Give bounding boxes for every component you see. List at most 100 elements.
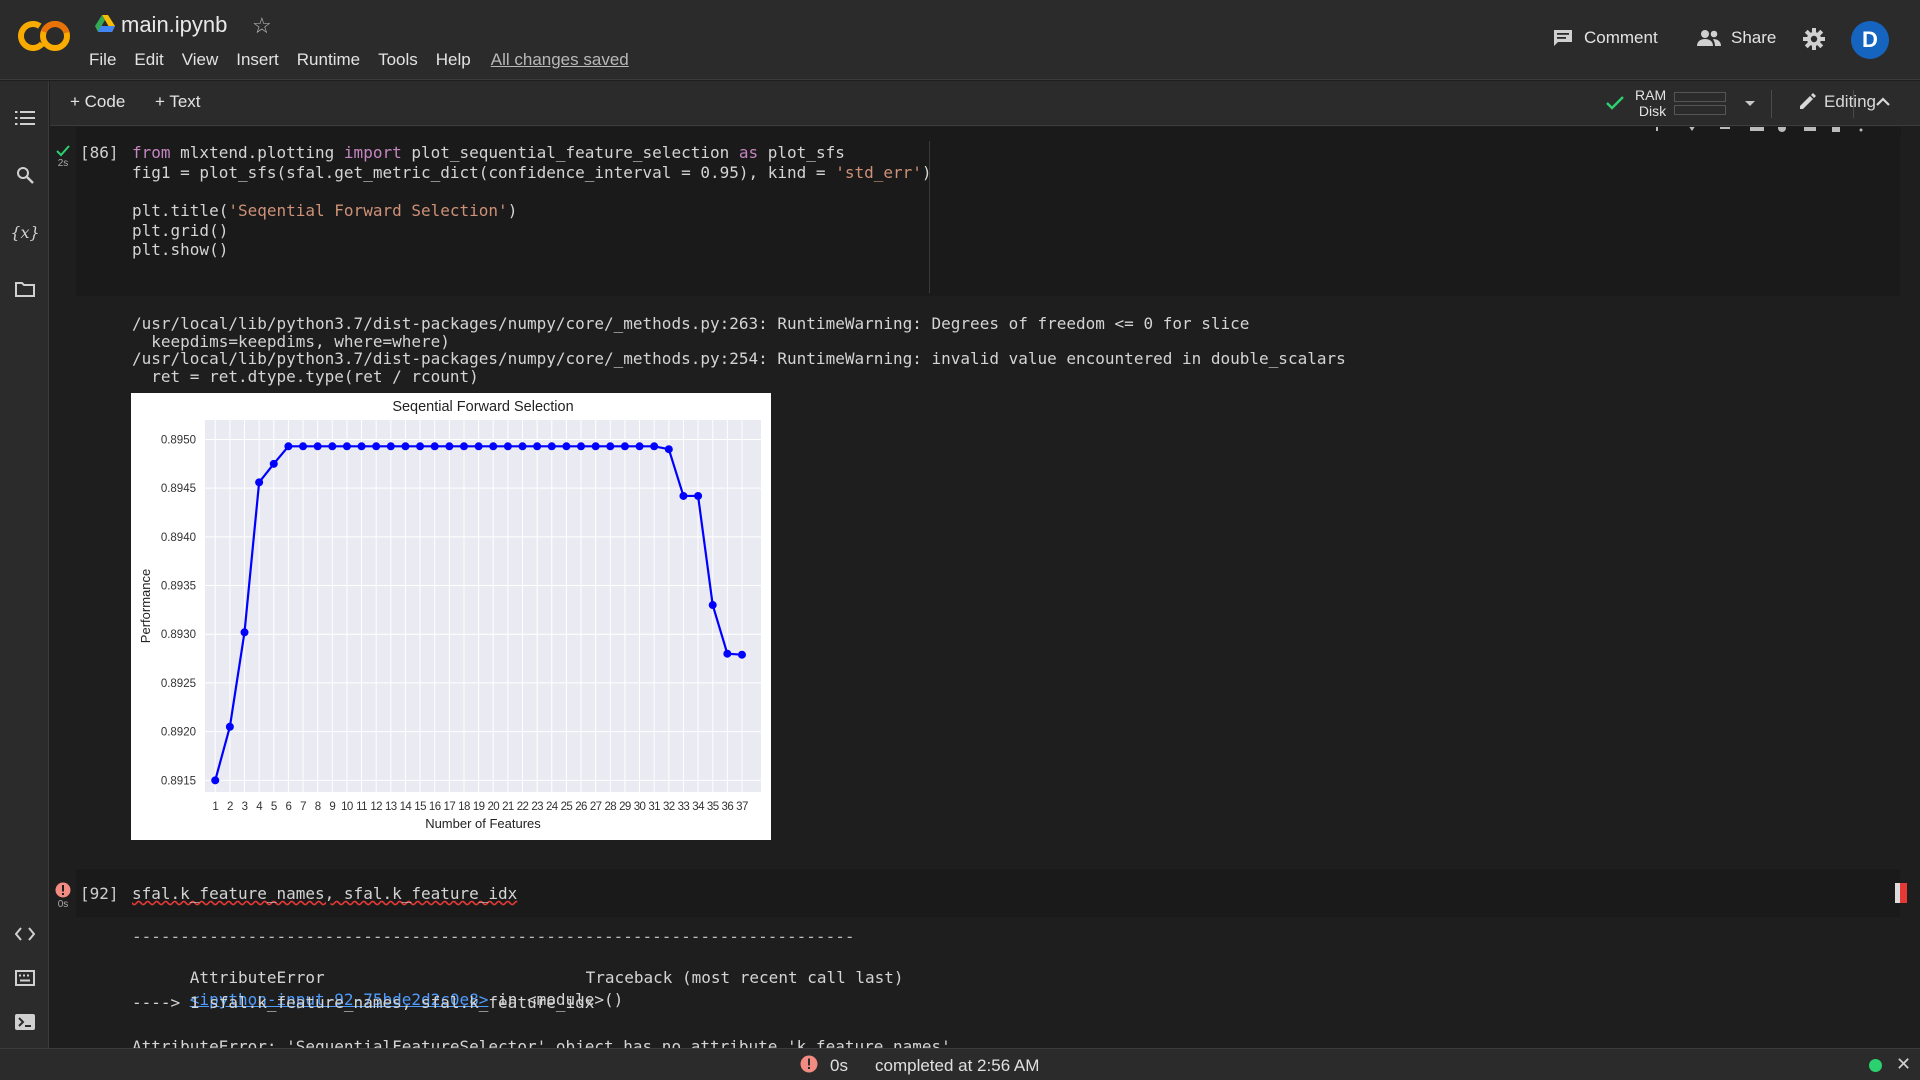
editing-mode-button[interactable]: Editing (1798, 92, 1876, 112)
menu-tools[interactable]: Tools (378, 50, 418, 70)
code-token: 'std_err' (835, 163, 922, 182)
folder-icon[interactable] (14, 278, 36, 300)
resources-indicator[interactable]: RAM Disk (1605, 85, 1727, 121)
x-tick-label: 27 (590, 801, 602, 813)
data-point (357, 442, 366, 451)
code-token: plt.show() (132, 240, 229, 259)
comment-button[interactable]: Comment (1552, 28, 1658, 48)
line-chart: 0.8915 0.8920 0.8925 0.8930 0.8935 0.8940 0.89… (138, 399, 761, 831)
cell-toolbar[interactable] (1646, 127, 1901, 136)
menu-view[interactable]: View (182, 50, 219, 70)
x-tick-label: 8 (315, 801, 321, 813)
add-text-button[interactable]: + Text (155, 92, 201, 112)
code-line: plt.show() (132, 240, 228, 259)
colab-logo-icon[interactable] (16, 18, 72, 54)
data-point (328, 442, 337, 451)
error-icon[interactable] (800, 1055, 818, 1073)
gear-icon[interactable] (1802, 27, 1826, 51)
data-point (577, 442, 586, 451)
x-tick-label: 23 (531, 801, 543, 813)
data-point (299, 442, 308, 451)
pencil-icon (1800, 93, 1816, 109)
ram-usage-bar (1674, 91, 1727, 102)
menu-file[interactable]: File (89, 50, 116, 70)
toolbar-divider (1853, 90, 1854, 118)
x-tick-label: 13 (385, 801, 397, 813)
x-tick-label: 10 (341, 801, 353, 813)
star-icon[interactable]: ☆ (252, 13, 272, 39)
data-point (591, 442, 600, 451)
code-token: plot_sequential_feature_selection (401, 143, 739, 162)
status-bar: 0s completed at 2:56 AM ✕ (0, 1048, 1920, 1080)
error-indicator (1895, 883, 1907, 903)
menu-help[interactable]: Help (436, 50, 471, 70)
cell-duration: 0s (57, 899, 69, 910)
x-tick-label: 2 (227, 801, 233, 813)
x-tick-label: 15 (414, 801, 426, 813)
code-snippets-icon[interactable] (14, 923, 36, 945)
traceback-arrow-line: ----> 1 sfal.k_feature_names, sfal.k_fea… (132, 993, 595, 1012)
code-line: fig1 = plot_sfs(sfal.get_metric_dict(con… (132, 163, 932, 182)
code-line: plt.grid() (132, 221, 228, 240)
x-tick-label: 11 (356, 801, 367, 813)
command-palette-icon[interactable] (14, 967, 36, 989)
save-status-link[interactable]: All changes saved (491, 50, 629, 70)
data-point (255, 478, 264, 487)
x-tick-label: 17 (444, 801, 456, 813)
data-point (211, 776, 220, 785)
connection-status-dot (1869, 1059, 1882, 1072)
x-tick-label: 18 (458, 801, 470, 813)
data-point (679, 491, 688, 500)
execution-count: [86] (80, 143, 119, 162)
chart-title: Seqential Forward Selection (392, 399, 573, 415)
user-avatar[interactable]: D (1851, 21, 1889, 59)
chevron-up-icon[interactable] (1874, 92, 1892, 112)
chevron-down-icon[interactable] (1743, 93, 1757, 113)
code-token: 'Seqential Forward Selection' (228, 201, 508, 220)
data-point (723, 649, 732, 658)
close-icon[interactable]: ✕ (1896, 1054, 1911, 1075)
code-line: sfal.k_feature_names, sfal.k_feature_idx (132, 884, 518, 903)
menu-bar: File Edit View Insert Runtime Tools Help… (89, 50, 629, 70)
menu-insert[interactable]: Insert (236, 50, 279, 70)
data-point (430, 442, 439, 451)
data-point (708, 601, 717, 610)
x-tick-label: 31 (648, 801, 660, 813)
x-tick-label: 7 (300, 801, 306, 813)
search-icon[interactable] (14, 164, 36, 186)
x-tick-label: 37 (736, 801, 748, 813)
terminal-icon[interactable] (14, 1011, 36, 1033)
code-token: as (738, 143, 759, 162)
menu-runtime[interactable]: Runtime (297, 50, 360, 70)
data-point (489, 442, 498, 451)
add-code-button[interactable]: + Code (70, 92, 125, 112)
x-tick-label: 9 (329, 801, 335, 813)
share-button[interactable]: Share (1697, 28, 1776, 48)
x-tick-label: 21 (502, 801, 514, 813)
traceback-label: Traceback (most recent call last) (585, 968, 904, 987)
data-point (240, 628, 249, 637)
warning-line: ret = ret.dtype.type(ret / rcount) (132, 367, 479, 386)
traceback-separator: ----------------------------------------… (132, 927, 855, 946)
data-point (737, 650, 746, 659)
data-point (372, 442, 381, 451)
x-axis-label: Number of Features (425, 816, 541, 831)
data-point (547, 442, 556, 451)
x-tick-label: 1 (212, 801, 218, 813)
notebook-title[interactable]: main.ipynb (121, 12, 227, 38)
editing-label: Editing (1824, 92, 1876, 111)
data-point (386, 442, 395, 451)
x-tick-label: 14 (400, 801, 413, 813)
table-of-contents-icon[interactable] (14, 107, 36, 129)
data-point (664, 445, 673, 454)
data-point (269, 459, 278, 468)
data-point (459, 442, 468, 451)
data-point (313, 442, 322, 451)
data-point (474, 442, 483, 451)
execution-time: 0s (830, 1056, 848, 1075)
variables-icon[interactable]: {x} (10, 221, 39, 243)
data-point (401, 442, 410, 451)
menu-edit[interactable]: Edit (134, 50, 163, 70)
x-tick-label: 6 (286, 801, 292, 813)
y-tick-label: 0.8920 (161, 727, 196, 739)
